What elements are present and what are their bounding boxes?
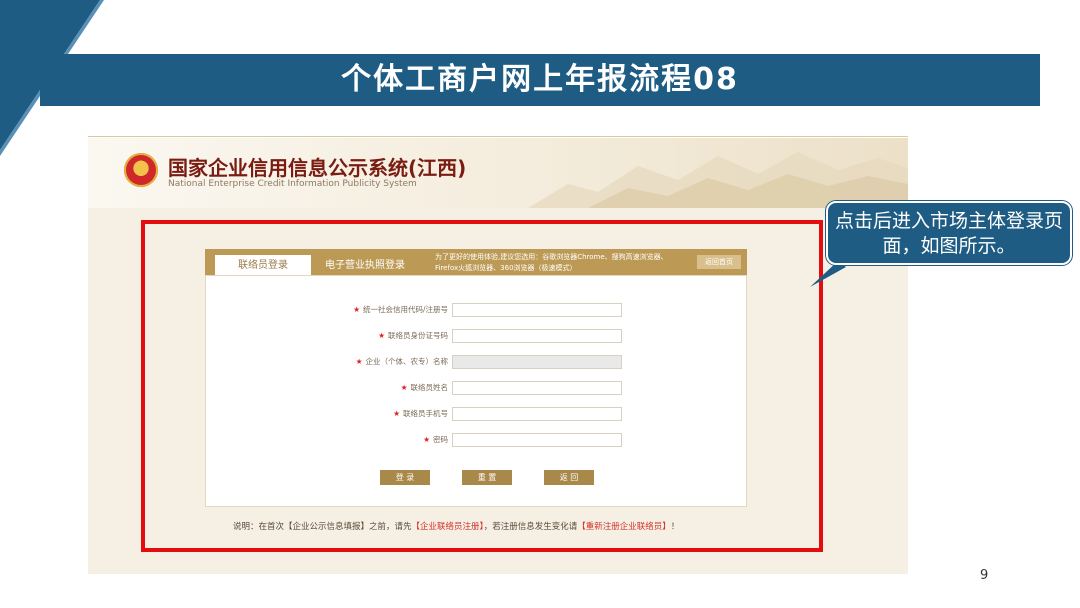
callout-box: 点击后进入市场主体登录页面，如图所示。 xyxy=(826,201,1072,265)
site-name: 国家企业信用信息公示系统(江西) xyxy=(168,156,467,180)
callout-text: 点击后进入市场主体登录页面，如图所示。 xyxy=(834,210,1063,257)
site-name-en: National Enterprise Credit Information P… xyxy=(168,179,417,189)
highlight-frame xyxy=(141,220,823,552)
divider xyxy=(88,136,908,137)
great-wall-illustration xyxy=(528,152,908,208)
page-number: 9 xyxy=(980,568,989,583)
slide-title-bar: 个体工商户网上年报流程08 xyxy=(40,54,1040,106)
national-emblem-icon xyxy=(124,153,158,187)
site-header: 国家企业信用信息公示系统(江西) National Enterprise Cre… xyxy=(88,138,908,208)
slide-title: 个体工商户网上年报流程08 xyxy=(341,62,739,97)
